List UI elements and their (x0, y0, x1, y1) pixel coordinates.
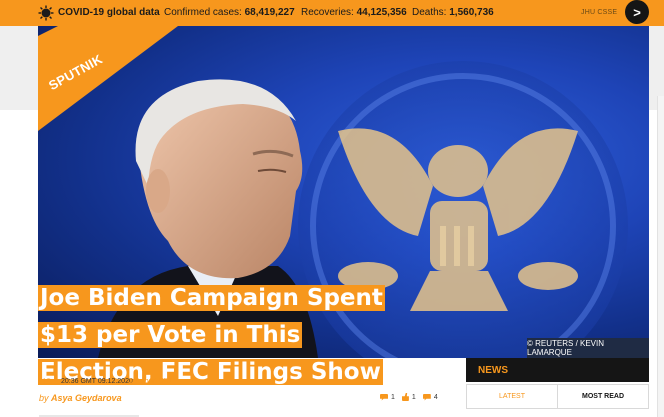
deaths-stat: Deaths: 1,560,736 (412, 7, 494, 18)
news-tabs: LATEST MOST READ (466, 384, 649, 409)
deaths-value: 1,560,736 (449, 7, 494, 18)
recoveries-stat: Recoveries: 44,125,356 (301, 7, 407, 18)
category-tag[interactable]: US (39, 377, 52, 387)
data-source-label: JHU CSSE (581, 9, 618, 16)
scrollbar[interactable] (657, 96, 664, 417)
publish-datetime: 20:36 GMT 09.12.2020 (61, 378, 133, 385)
recoveries-value: 44,125,356 (356, 7, 407, 18)
shares-button[interactable]: 4 (422, 393, 438, 401)
likes-button[interactable]: 1 (401, 393, 416, 401)
tab-latest[interactable]: LATEST (467, 385, 558, 408)
confirmed-label: Confirmed cases: (164, 7, 242, 18)
chevron-right-icon: > (633, 4, 641, 20)
news-panel: NEWS LATEST MOST READ (466, 358, 649, 417)
covid-data-bar[interactable]: COVID-19 global data Confirmed cases: 68… (0, 0, 664, 26)
covid-next-button[interactable]: > (625, 0, 649, 24)
photo-credit: © REUTERS / KEVIN LAMARQUE (527, 338, 649, 358)
comment-icon (380, 393, 388, 401)
confirmed-cases-stat: Confirmed cases: 68,419,227 (164, 7, 295, 18)
thumbs-up-icon (401, 393, 409, 401)
share-count: 4 (433, 393, 438, 401)
byline: by Asya Geydarova (39, 393, 122, 403)
comment-count: 1 (391, 393, 395, 401)
news-panel-title: NEWS (478, 365, 508, 376)
get-short-url-link[interactable]: Get short URL (128, 378, 173, 385)
virus-icon (38, 5, 54, 21)
byline-prefix: by (39, 393, 49, 403)
news-panel-header: NEWS (466, 358, 649, 382)
covid-title: COVID-19 global data (58, 7, 160, 18)
article-headline: Joe Biden Campaign Spent $13 per Vote in… (38, 276, 418, 387)
engagement-counts: 1 1 4 (380, 393, 445, 401)
left-page-margin (0, 26, 38, 110)
author-link[interactable]: Asya Geydarova (51, 393, 122, 403)
headline-line-1: Joe Biden Campaign Spent (38, 285, 385, 311)
share-icon (422, 393, 431, 401)
tab-most-read[interactable]: MOST READ (558, 385, 648, 408)
deaths-label: Deaths: (412, 7, 447, 18)
confirmed-value: 68,419,227 (244, 7, 295, 18)
page: COVID-19 global data Confirmed cases: 68… (0, 0, 664, 417)
comments-button[interactable]: 1 (380, 393, 395, 401)
headline-line-2: $13 per Vote in This (38, 322, 303, 348)
recoveries-label: Recoveries: (301, 7, 354, 18)
like-count: 1 (411, 393, 416, 401)
